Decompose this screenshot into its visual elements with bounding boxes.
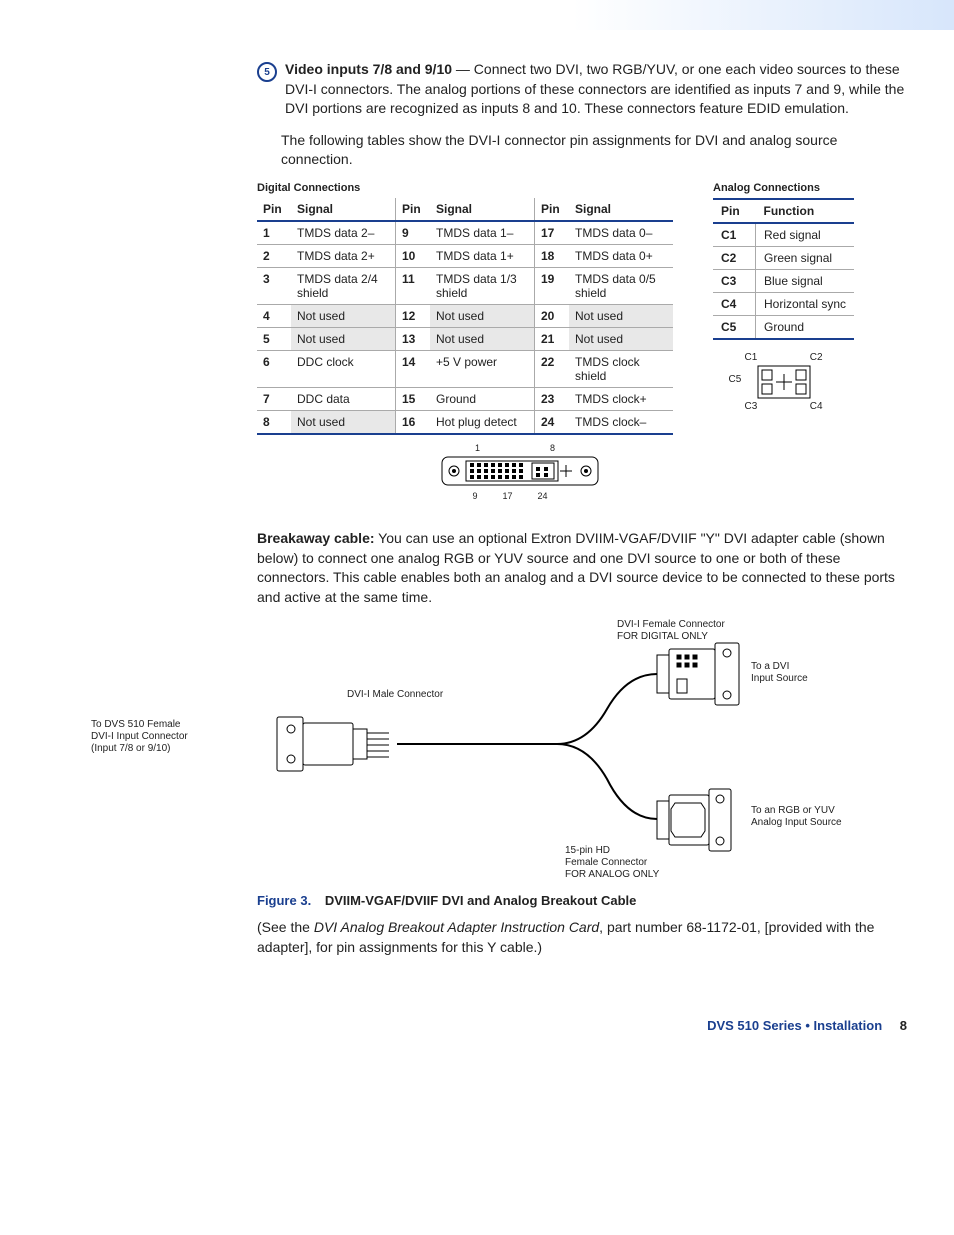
lbl-c4: C4 xyxy=(810,401,823,412)
figure-3-caption: Figure 3. DVIIM-VGAF/DVIIF DVI and Analo… xyxy=(257,893,907,908)
th-analog-func: Function xyxy=(756,199,855,223)
final-paragraph: (See the DVI Analog Breakout Adapter Ins… xyxy=(257,918,907,957)
table-row: C5Ground xyxy=(713,315,854,339)
figure-number: Figure 3. xyxy=(257,893,311,908)
lbl-c2: C2 xyxy=(810,352,823,363)
breakaway-bold: Breakaway cable: xyxy=(257,530,375,546)
step-title: Video inputs 7/8 and 9/10 xyxy=(285,61,452,77)
table-row: C2Green signal xyxy=(713,246,854,269)
table-row: 3TMDS data 2/4 shield11TMDS data 1/3 shi… xyxy=(257,267,673,304)
table-row: 6DDC clock14+5 V power22TMDS clock shiel… xyxy=(257,350,673,387)
th-pin-a: Pin xyxy=(257,198,291,221)
dvi-plug-icon xyxy=(440,453,600,489)
plug-label-9: 9 xyxy=(472,491,477,501)
table-row: C4Horizontal sync xyxy=(713,292,854,315)
lbl-c1: C1 xyxy=(745,352,758,363)
analog-connections-block: Analog Connections Pin Function C1Red si… xyxy=(713,182,854,412)
th-pin-c: Pin xyxy=(535,198,570,221)
th-sig-c: Signal xyxy=(569,198,673,221)
lbl-bot-mid-c: FOR ANALOG ONLY xyxy=(565,869,659,881)
final-pre: (See the xyxy=(257,919,314,935)
th-analog-pin: Pin xyxy=(713,199,756,223)
analog-pin-table: Pin Function C1Red signalC2Green signalC… xyxy=(713,198,854,340)
footer-page: 8 xyxy=(900,1018,907,1033)
lbl-cable-left: To DVS 510 Female DVI-I Input Connector … xyxy=(91,719,188,755)
page-footer: DVS 510 Series • Installation 8 xyxy=(47,1018,907,1033)
plug-label-24: 24 xyxy=(538,491,548,501)
plug-label-1: 1 xyxy=(475,443,480,453)
lbl-right-bot: To an RGB or YUV Analog Input Source xyxy=(751,805,842,829)
cable-svg xyxy=(87,619,847,879)
footer-text: DVS 510 Series • Installation xyxy=(707,1018,882,1033)
analog-c-pins-diagram: C1 C2 C5 C3 C4 xyxy=(729,352,839,412)
table-row: 2TMDS data 2+10TMDS data 1+18TMDS data 0… xyxy=(257,244,673,267)
breakout-cable-diagram: To DVS 510 Female DVI-I Input Connector … xyxy=(87,619,907,879)
plug-label-17: 17 xyxy=(502,491,512,501)
lbl-bot-mid-a: 15-pin HD xyxy=(565,845,610,857)
lbl-top-right-a: DVI-I Female Connector xyxy=(617,619,725,631)
dvi-plug-diagram: 1 8 xyxy=(367,443,673,501)
digital-connections-block: Digital Connections Pin Signal Pin Signa… xyxy=(257,182,673,519)
figure-title: DVIIM-VGAF/DVIIF DVI and Analog Breakout… xyxy=(325,893,637,908)
digital-pin-table: Pin Signal Pin Signal Pin Signal 1TMDS d… xyxy=(257,198,673,435)
final-italic: DVI Analog Breakout Adapter Instruction … xyxy=(314,919,599,935)
breakaway-paragraph: Breakaway cable: You can use an optional… xyxy=(257,529,907,607)
step-circle-5: 5 xyxy=(257,62,277,82)
lbl-right-top: To a DVI Input Source xyxy=(751,661,808,685)
plug-label-8: 8 xyxy=(550,443,555,453)
th-sig-b: Signal xyxy=(430,198,535,221)
digital-table-title: Digital Connections xyxy=(257,182,673,194)
analog-table-title: Analog Connections xyxy=(713,182,854,194)
th-pin-b: Pin xyxy=(396,198,431,221)
table-row: C3Blue signal xyxy=(713,269,854,292)
table-row: 8Not used16Hot plug detect24TMDS clock– xyxy=(257,410,673,434)
table-row: C1Red signal xyxy=(713,223,854,247)
table-row: 1TMDS data 2–9TMDS data 1–17TMDS data 0– xyxy=(257,221,673,245)
lbl-c3: C3 xyxy=(745,401,758,412)
step-5-paragraph: 5 Video inputs 7/8 and 9/10 — Connect tw… xyxy=(257,60,907,131)
table-row: 5Not used13Not used21Not used xyxy=(257,327,673,350)
lbl-top-right-b: FOR DIGITAL ONLY xyxy=(617,631,708,643)
lbl-bot-mid-b: Female Connector xyxy=(565,857,647,869)
lbl-cable-male: DVI-I Male Connector xyxy=(347,689,443,701)
top-gradient-band xyxy=(0,0,954,30)
th-sig-a: Signal xyxy=(291,198,396,221)
lbl-c5: C5 xyxy=(729,374,742,385)
table-row: 7DDC data15Ground23TMDS clock+ xyxy=(257,387,673,410)
table-row: 4Not used12Not used20Not used xyxy=(257,304,673,327)
intro-tables-text: The following tables show the DVI-I conn… xyxy=(281,131,907,170)
